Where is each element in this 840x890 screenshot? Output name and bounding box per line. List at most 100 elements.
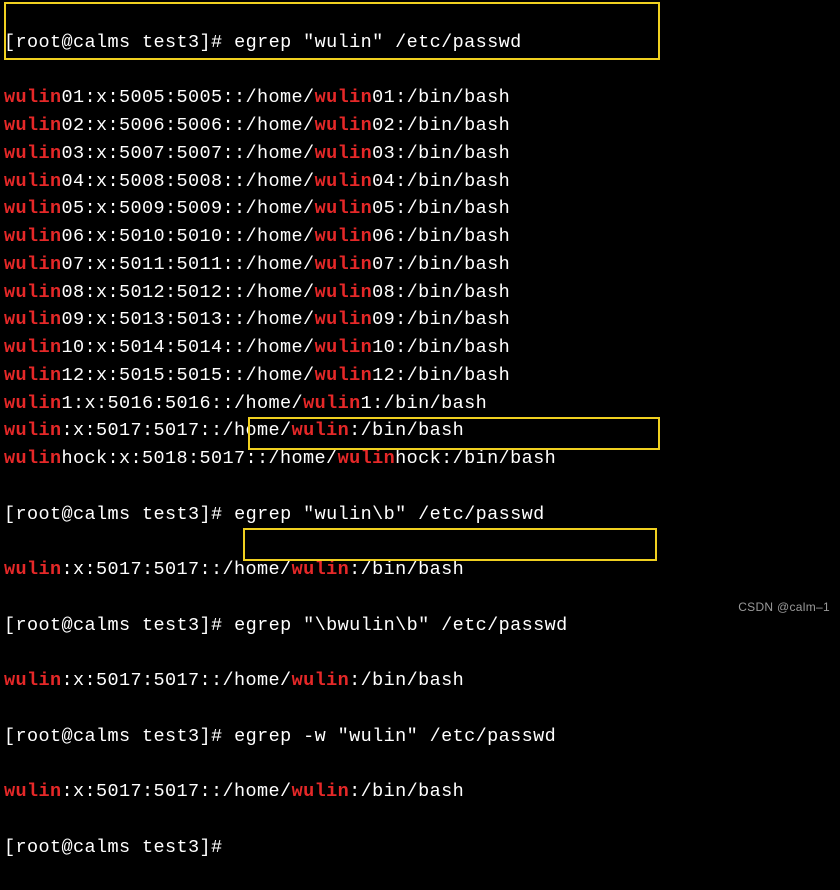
row-rest: 08:x:5012:5012::/home/: [62, 282, 315, 303]
output-row: wulin10:x:5014:5014::/home/wulin10:/bin/…: [4, 334, 836, 362]
space: [223, 32, 235, 53]
match-text: wulin: [315, 226, 373, 247]
output-row: wulin:x:5017:5017::/home/wulin:/bin/bash: [4, 778, 836, 806]
shell-prompt: [root@calms test3]#: [4, 615, 223, 636]
row-rest: :/bin/bash: [349, 559, 464, 580]
row-rest: :x:5017:5017::/home/: [62, 781, 292, 802]
match-text: wulin: [303, 393, 361, 414]
output-row: wulin:x:5017:5017::/home/wulin:/bin/bash: [4, 417, 836, 445]
output-row: wulin04:x:5008:5008::/home/wulin04:/bin/…: [4, 168, 836, 196]
match-text: wulin: [315, 115, 373, 136]
match-text: wulin: [4, 781, 62, 802]
match-text: wulin: [4, 670, 62, 691]
match-text: wulin: [4, 559, 62, 580]
match-text: wulin: [4, 115, 62, 136]
row-rest: 01:x:5005:5005::/home/: [62, 87, 315, 108]
command-text: egrep -w "wulin" /etc/passwd: [234, 726, 556, 747]
output-row: wulin:x:5017:5017::/home/wulin:/bin/bash: [4, 556, 836, 584]
row-rest: 07:x:5011:5011::/home/: [62, 254, 315, 275]
output-row: wulinhock:x:5018:5017::/home/wulinhock:/…: [4, 445, 836, 473]
shell-prompt: [root@calms test3]#: [4, 837, 223, 858]
match-text: wulin: [4, 309, 62, 330]
row-rest: 12:x:5015:5015::/home/: [62, 365, 315, 386]
command-line-2[interactable]: [root@calms test3]# egrep "wulin\b" /etc…: [4, 501, 836, 529]
shell-prompt: [root@calms test3]#: [4, 504, 223, 525]
row-rest: :x:5017:5017::/home/: [62, 670, 292, 691]
row-rest: 07:/bin/bash: [372, 254, 510, 275]
space: [223, 615, 235, 636]
match-text: wulin: [315, 143, 373, 164]
output-row: wulin:x:5017:5017::/home/wulin:/bin/bash: [4, 667, 836, 695]
match-text: wulin: [4, 420, 62, 441]
row-rest: 09:x:5013:5013::/home/: [62, 309, 315, 330]
match-text: wulin: [315, 171, 373, 192]
row-rest: hock:/bin/bash: [395, 448, 556, 469]
output-row: wulin09:x:5013:5013::/home/wulin09:/bin/…: [4, 306, 836, 334]
row-rest: 10:x:5014:5014::/home/: [62, 337, 315, 358]
row-rest: 09:/bin/bash: [372, 309, 510, 330]
row-rest: hock:x:5018:5017::/home/: [62, 448, 338, 469]
output-row: wulin06:x:5010:5010::/home/wulin06:/bin/…: [4, 223, 836, 251]
output-rows: wulin01:x:5005:5005::/home/wulin01:/bin/…: [4, 84, 836, 473]
row-rest: :/bin/bash: [349, 670, 464, 691]
match-text: wulin: [292, 420, 350, 441]
row-rest: 04:x:5008:5008::/home/: [62, 171, 315, 192]
output-row: wulin05:x:5009:5009::/home/wulin05:/bin/…: [4, 195, 836, 223]
match-text: wulin: [4, 337, 62, 358]
row-rest: 05:x:5009:5009::/home/: [62, 198, 315, 219]
match-text: wulin: [4, 171, 62, 192]
match-text: wulin: [4, 448, 62, 469]
match-text: wulin: [4, 365, 62, 386]
output-row: wulin08:x:5012:5012::/home/wulin08:/bin/…: [4, 279, 836, 307]
match-text: wulin: [315, 365, 373, 386]
row-rest: 03:x:5007:5007::/home/: [62, 143, 315, 164]
output-row: wulin03:x:5007:5007::/home/wulin03:/bin/…: [4, 140, 836, 168]
command-text: egrep "wulin\b" /etc/passwd: [234, 504, 545, 525]
output-row: wulin01:x:5005:5005::/home/wulin01:/bin/…: [4, 84, 836, 112]
space: [223, 504, 235, 525]
row-rest: 10:/bin/bash: [372, 337, 510, 358]
row-rest: 08:/bin/bash: [372, 282, 510, 303]
match-text: wulin: [4, 282, 62, 303]
row-rest: :x:5017:5017::/home/: [62, 559, 292, 580]
match-text: wulin: [4, 226, 62, 247]
match-text: wulin: [315, 254, 373, 275]
row-rest: 02:x:5006:5006::/home/: [62, 115, 315, 136]
match-text: wulin: [315, 282, 373, 303]
command-line-4[interactable]: [root@calms test3]# egrep -w "wulin" /et…: [4, 723, 836, 751]
command-line-3[interactable]: [root@calms test3]# egrep "\bwulin\b" /e…: [4, 612, 836, 640]
row-rest: 12:/bin/bash: [372, 365, 510, 386]
command-line-1[interactable]: [root@calms test3]# egrep "wulin" /etc/p…: [4, 29, 836, 57]
command-text: egrep "\bwulin\b" /etc/passwd: [234, 615, 568, 636]
match-text: wulin: [4, 87, 62, 108]
shell-prompt: [root@calms test3]#: [4, 32, 223, 53]
match-text: wulin: [315, 337, 373, 358]
output-row: wulin12:x:5015:5015::/home/wulin12:/bin/…: [4, 362, 836, 390]
match-text: wulin: [4, 198, 62, 219]
command-line-empty[interactable]: [root@calms test3]#: [4, 834, 836, 862]
row-rest: 1:x:5016:5016::/home/: [62, 393, 304, 414]
watermark-text: CSDN @calm–1: [738, 598, 830, 616]
match-text: wulin: [292, 559, 350, 580]
command-text: egrep "wulin" /etc/passwd: [234, 32, 522, 53]
output-row: wulin02:x:5006:5006::/home/wulin02:/bin/…: [4, 112, 836, 140]
row-rest: 1:/bin/bash: [361, 393, 488, 414]
terminal-output: [root@calms test3]# egrep "wulin" /etc/p…: [0, 0, 840, 890]
row-rest: :/bin/bash: [349, 781, 464, 802]
match-text: wulin: [292, 781, 350, 802]
output-row: wulin1:x:5016:5016::/home/wulin1:/bin/ba…: [4, 390, 836, 418]
row-rest: 01:/bin/bash: [372, 87, 510, 108]
match-text: wulin: [4, 254, 62, 275]
row-rest: :/bin/bash: [349, 420, 464, 441]
shell-prompt: [root@calms test3]#: [4, 726, 223, 747]
row-rest: 06:x:5010:5010::/home/: [62, 226, 315, 247]
match-text: wulin: [292, 670, 350, 691]
output-row: wulin07:x:5011:5011::/home/wulin07:/bin/…: [4, 251, 836, 279]
row-rest: :x:5017:5017::/home/: [62, 420, 292, 441]
row-rest: 02:/bin/bash: [372, 115, 510, 136]
match-text: wulin: [315, 87, 373, 108]
row-rest: 06:/bin/bash: [372, 226, 510, 247]
match-text: wulin: [315, 309, 373, 330]
match-text: wulin: [4, 143, 62, 164]
match-text: wulin: [4, 393, 62, 414]
